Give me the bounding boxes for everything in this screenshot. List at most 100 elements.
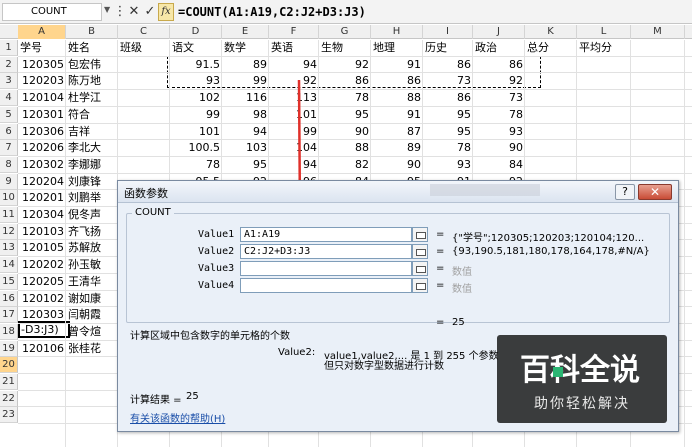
- score-cell[interactable]: 88: [371, 90, 423, 106]
- score-cell[interactable]: 90: [473, 140, 525, 156]
- score-cell[interactable]: 95: [423, 124, 473, 140]
- student-id-cell[interactable]: 120301: [18, 107, 66, 123]
- header-cell[interactable]: 地理: [371, 40, 423, 56]
- value1-input[interactable]: A1:A19: [240, 227, 412, 242]
- student-name-cell[interactable]: 吉祥: [66, 124, 118, 140]
- score-cell[interactable]: 99: [170, 107, 222, 123]
- student-name-cell[interactable]: 曾令煊: [66, 324, 118, 340]
- close-button[interactable]: ✕: [638, 184, 672, 200]
- collapse-dialog-icon[interactable]: [412, 227, 428, 242]
- header-cell[interactable]: 历史: [423, 40, 473, 56]
- column-header-g[interactable]: G: [319, 25, 371, 39]
- student-id-cell[interactable]: 120205: [18, 274, 66, 290]
- header-cell[interactable]: 总分: [525, 40, 577, 56]
- header-cell[interactable]: 学号: [18, 40, 66, 56]
- student-id-cell[interactable]: 120206: [18, 140, 66, 156]
- enter-icon[interactable]: ✓: [142, 3, 158, 21]
- insert-function-icon[interactable]: fx: [158, 3, 174, 21]
- student-name-cell[interactable]: 张桂花: [66, 341, 118, 357]
- score-cell[interactable]: 100.5: [170, 140, 222, 156]
- header-cell[interactable]: 数学: [222, 40, 269, 56]
- row-header-2[interactable]: 2: [0, 56, 18, 73]
- student-name-cell[interactable]: 包宏伟: [66, 57, 118, 73]
- row-header-17[interactable]: 17: [0, 307, 18, 324]
- student-name-cell[interactable]: 刘康锋: [66, 174, 118, 190]
- student-name-cell[interactable]: 刘鹏举: [66, 190, 118, 206]
- header-cell[interactable]: 姓名: [66, 40, 118, 56]
- dialog-title-bar[interactable]: 函数参数 ? ✕: [118, 181, 678, 203]
- student-name-cell[interactable]: 李北大: [66, 140, 118, 156]
- row-header-10[interactable]: 10: [0, 190, 18, 207]
- collapse-dialog-icon[interactable]: [412, 278, 428, 293]
- value2-input[interactable]: C2:J2+D3:J3: [240, 244, 412, 259]
- student-name-cell[interactable]: 苏解放: [66, 240, 118, 256]
- column-header-a[interactable]: A: [18, 25, 66, 39]
- score-cell[interactable]: 88: [319, 140, 371, 156]
- column-header-i[interactable]: I: [423, 25, 473, 39]
- collapse-dialog-icon[interactable]: [412, 261, 428, 276]
- score-cell[interactable]: 89: [371, 140, 423, 156]
- row-header-21[interactable]: 21: [0, 374, 18, 390]
- score-cell[interactable]: 95: [319, 107, 371, 123]
- row-header-15[interactable]: 15: [0, 273, 18, 290]
- formula-input[interactable]: =COUNT(A1:A19,C2:J2+D3:J3): [178, 0, 366, 24]
- row-header-11[interactable]: 11: [0, 207, 18, 223]
- row-header-13[interactable]: 13: [0, 240, 18, 257]
- column-header-c[interactable]: C: [118, 25, 170, 39]
- student-name-cell[interactable]: 陈万地: [66, 73, 118, 89]
- score-cell[interactable]: 78: [170, 157, 222, 173]
- student-id-cell[interactable]: 120304: [18, 207, 66, 223]
- header-cell[interactable]: 政治: [473, 40, 525, 56]
- row-header-12[interactable]: 12: [0, 223, 18, 240]
- row-header-16[interactable]: 16: [0, 290, 18, 307]
- column-header-k[interactable]: K: [525, 25, 577, 39]
- score-cell[interactable]: 82: [319, 157, 371, 173]
- score-cell[interactable]: 102: [170, 90, 222, 106]
- header-cell[interactable]: 平均分: [577, 40, 631, 56]
- header-cell[interactable]: 英语: [269, 40, 319, 56]
- student-id-cell[interactable]: 120106: [18, 341, 66, 357]
- row-header-5[interactable]: 5: [0, 106, 18, 123]
- student-name-cell[interactable]: 杜学江: [66, 90, 118, 106]
- score-cell[interactable]: 78: [473, 107, 525, 123]
- row-header-4[interactable]: 4: [0, 90, 18, 107]
- chevron-down-icon[interactable]: ▼: [104, 5, 110, 14]
- function-help-link[interactable]: 有关该函数的帮助(H): [130, 410, 225, 425]
- score-cell[interactable]: 78: [423, 140, 473, 156]
- student-name-cell[interactable]: 李娜娜: [66, 157, 118, 173]
- student-id-cell[interactable]: 120102: [18, 291, 66, 307]
- student-id-cell[interactable]: 120204: [18, 174, 66, 190]
- column-header-d[interactable]: D: [170, 25, 222, 39]
- student-id-cell[interactable]: 120302: [18, 157, 66, 173]
- student-id-cell[interactable]: 120202: [18, 257, 66, 273]
- row-header-3[interactable]: 3: [0, 73, 18, 90]
- row-header-22[interactable]: 22: [0, 390, 18, 407]
- header-cell[interactable]: 语文: [170, 40, 222, 56]
- score-cell[interactable]: 84: [473, 157, 525, 173]
- column-header-h[interactable]: H: [371, 25, 423, 39]
- score-cell[interactable]: 86: [423, 90, 473, 106]
- score-cell[interactable]: 95: [423, 107, 473, 123]
- student-id-cell[interactable]: 120306: [18, 124, 66, 140]
- row-header-14[interactable]: 14: [0, 257, 18, 274]
- score-cell[interactable]: 91: [371, 107, 423, 123]
- score-cell[interactable]: 98: [222, 107, 269, 123]
- score-cell[interactable]: 116: [222, 90, 269, 106]
- row-header-7[interactable]: 7: [0, 140, 18, 157]
- student-id-cell[interactable]: 120105: [18, 240, 66, 256]
- row-header-20[interactable]: 20: [0, 357, 18, 374]
- row-header-18[interactable]: 18: [0, 323, 18, 340]
- value3-input[interactable]: [240, 261, 412, 276]
- student-name-cell[interactable]: 闫朝霞: [66, 307, 118, 323]
- score-cell[interactable]: 94: [222, 124, 269, 140]
- score-cell[interactable]: 95: [222, 157, 269, 173]
- student-name-cell[interactable]: 齐飞扬: [66, 224, 118, 240]
- row-header-8[interactable]: 8: [0, 156, 18, 173]
- score-cell[interactable]: 90: [371, 157, 423, 173]
- student-id-cell[interactable]: 120201: [18, 190, 66, 206]
- cancel-icon[interactable]: ✕: [126, 3, 142, 21]
- row-header-23[interactable]: 23: [0, 407, 18, 424]
- student-name-cell[interactable]: 孙玉敏: [66, 257, 118, 273]
- help-button[interactable]: ?: [615, 184, 635, 200]
- score-cell[interactable]: 90: [319, 124, 371, 140]
